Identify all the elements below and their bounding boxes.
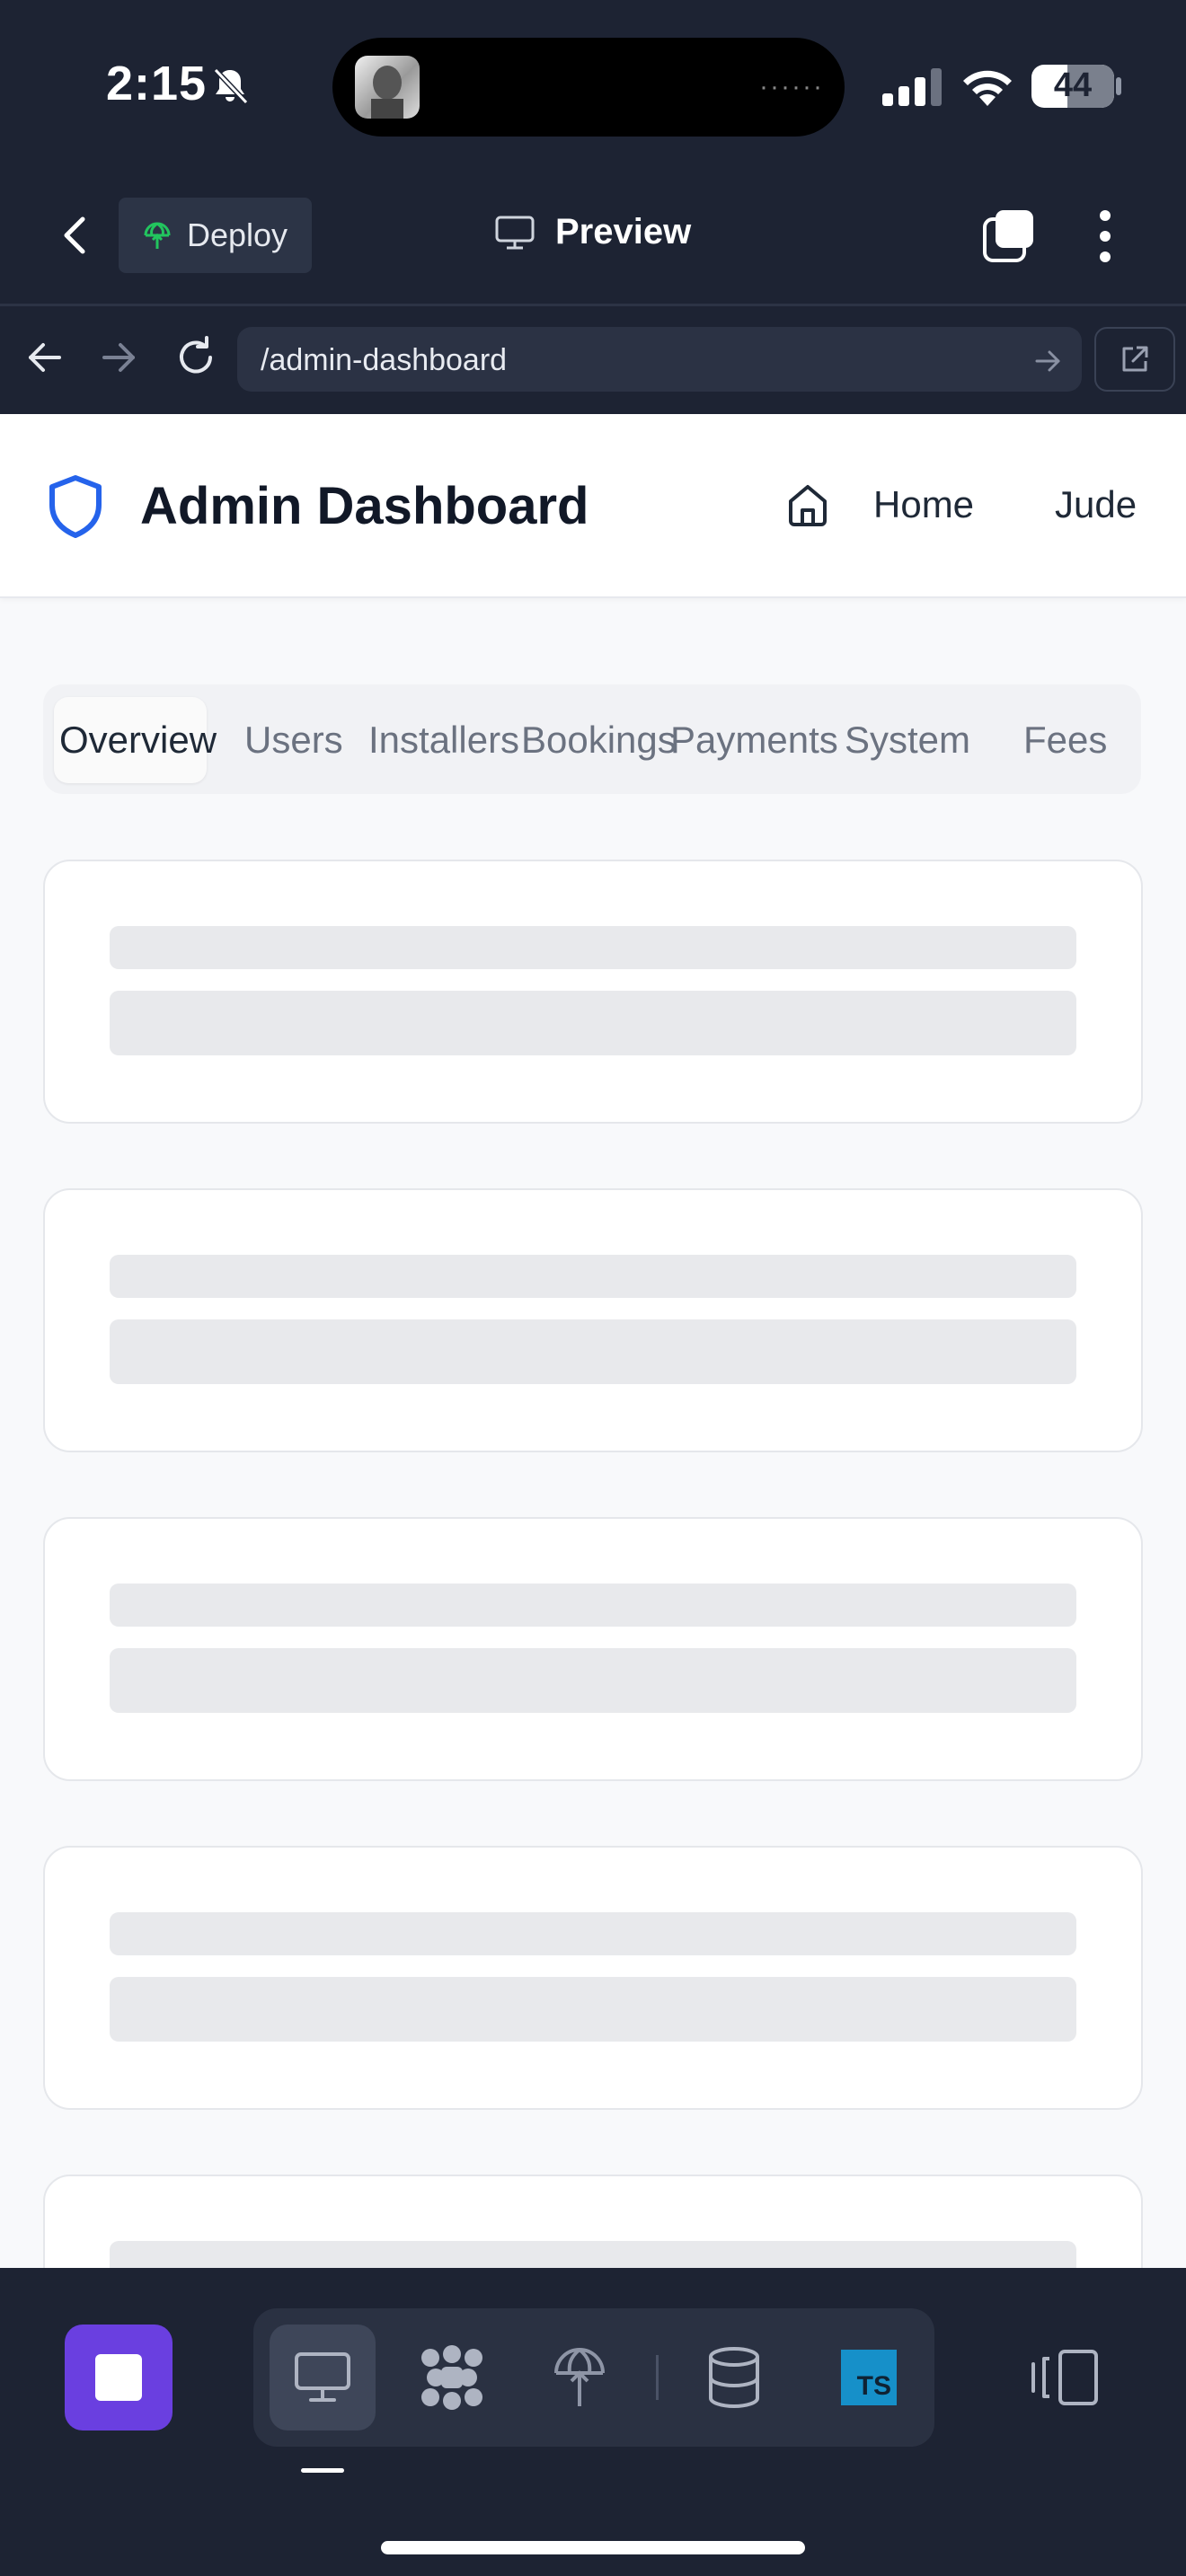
nav-forward-icon[interactable] — [97, 336, 140, 379]
database-tool-button[interactable] — [685, 2325, 783, 2430]
monitor-icon — [295, 2352, 350, 2402]
external-link-icon — [1122, 346, 1148, 372]
skeleton-line — [110, 1912, 1076, 1955]
island-avatar — [355, 56, 420, 119]
monitor-icon — [495, 216, 535, 249]
shield-icon — [49, 475, 102, 538]
tab-overview[interactable]: Overview — [59, 719, 217, 762]
bell-slash-icon — [213, 67, 249, 105]
chrome-divider — [0, 304, 1186, 306]
battery-percentage: 44 — [1053, 66, 1093, 104]
typescript-icon: TS — [841, 2350, 897, 2405]
go-arrow-icon[interactable] — [1031, 345, 1064, 377]
battery-nub — [1116, 77, 1121, 95]
preview-tool-button[interactable] — [270, 2325, 376, 2430]
skeleton-card — [43, 860, 1143, 1124]
more-vertical-icon[interactable] — [1089, 207, 1121, 266]
preview-label: Preview — [555, 212, 692, 251]
home-indicator[interactable] — [381, 2541, 805, 2554]
skeleton-line — [110, 1584, 1076, 1627]
home-icon[interactable] — [787, 483, 828, 526]
status-time: 2:15 — [106, 57, 208, 110]
nav-back-icon[interactable] — [23, 336, 66, 379]
skeleton-card — [43, 1188, 1143, 1452]
tabs-icon[interactable] — [981, 208, 1037, 264]
chevron-left-icon — [64, 216, 85, 254]
database-icon — [709, 2347, 759, 2409]
skeleton-block — [110, 1977, 1076, 2042]
stop-button[interactable] — [65, 2325, 173, 2430]
skeleton-card — [43, 1517, 1143, 1781]
signal-icon — [882, 68, 942, 106]
skeleton-card — [43, 1846, 1143, 2110]
tab-users[interactable]: Users — [244, 719, 343, 762]
url-text[interactable]: /admin-dashboard — [261, 343, 507, 378]
skeleton-block — [110, 991, 1076, 1055]
agents-tool-button[interactable] — [403, 2325, 501, 2430]
deploy-globe-icon — [144, 222, 171, 249]
typescript-tool-button[interactable]: TS — [819, 2325, 918, 2430]
tool-divider — [656, 2355, 659, 2400]
deploy-tool-button[interactable] — [530, 2325, 629, 2430]
tab-fees[interactable]: Fees — [1023, 719, 1107, 762]
preview-title: Preview — [494, 212, 691, 252]
skeleton-block — [110, 1319, 1076, 1384]
skeleton-line — [110, 1255, 1076, 1298]
tab-bookings[interactable]: Bookings — [521, 719, 677, 762]
island-activity-icon: ······ — [759, 72, 824, 101]
deploy-button[interactable]: Deploy — [119, 198, 312, 273]
tab-system[interactable]: System — [845, 719, 970, 762]
wifi-icon — [963, 70, 1012, 106]
skeleton-line — [110, 926, 1076, 969]
active-tool-indicator — [301, 2468, 344, 2473]
deploy-label: Deploy — [187, 216, 288, 253]
agents-icon — [421, 2345, 482, 2410]
tab-payments[interactable]: Payments — [670, 719, 838, 762]
page-title: Admin Dashboard — [140, 477, 589, 535]
skeleton-block — [110, 1648, 1076, 1713]
panel-toggle-icon[interactable] — [1030, 2346, 1102, 2409]
user-menu[interactable]: Jude — [1055, 483, 1137, 526]
reload-icon[interactable] — [173, 334, 219, 381]
deploy-globe-icon — [554, 2348, 605, 2406]
tab-installers[interactable]: Installers — [368, 719, 519, 762]
stop-icon — [95, 2354, 142, 2401]
home-link[interactable]: Home — [873, 483, 974, 526]
open-external-button[interactable] — [1094, 327, 1175, 392]
back-button[interactable] — [50, 207, 101, 264]
